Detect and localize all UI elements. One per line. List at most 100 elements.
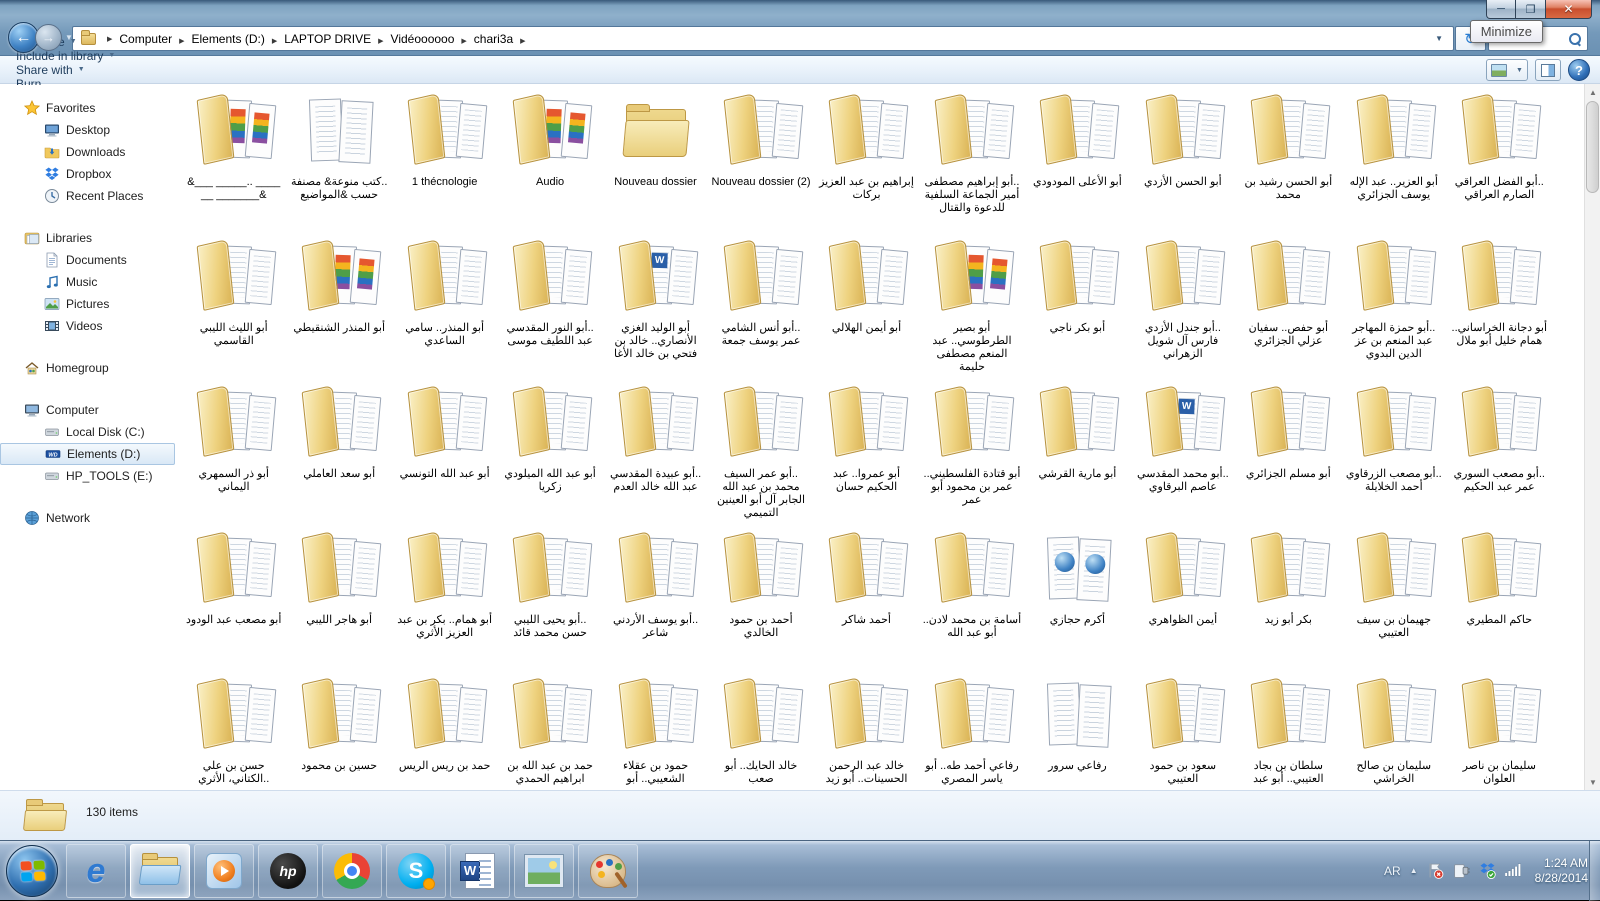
folder-item[interactable]: أبو المنذر.. سامي الساعدي — [392, 232, 497, 378]
folder-item[interactable]: أبو مسلم الجزائري — [1236, 378, 1341, 524]
breadcrumb-separator[interactable]: ▶ — [272, 38, 277, 45]
folder-item[interactable]: ..أبو عبيدة المقدسي عبد الله خالد العدم — [603, 378, 708, 524]
change-view-button[interactable]: ▼ — [1486, 59, 1528, 81]
forward-button[interactable]: → — [35, 24, 62, 51]
sidebar-item-videos[interactable]: Videos — [0, 315, 181, 337]
folder-item[interactable]: ..أبو أنس الشامي عمر يوسف جمعة — [708, 232, 813, 378]
taskbar-app-chrome[interactable] — [322, 844, 382, 898]
close-button[interactable]: ✕ — [1546, 0, 1592, 19]
taskbar-app-skype[interactable]: S — [386, 844, 446, 898]
breadcrumb-item[interactable]: LAPTOP DRIVE — [284, 32, 371, 46]
folder-item[interactable]: أبو بكر ناجي — [1025, 232, 1130, 378]
folder-item[interactable]: ..أبو عمر السيف محمد بن عبد الله الجابر … — [708, 378, 813, 524]
scrollbar-thumb[interactable] — [1586, 101, 1599, 193]
network-signal-icon[interactable] — [1505, 862, 1522, 879]
address-bar[interactable]: ▶ Computer▶Elements (D:)▶LAPTOP DRIVE▶Vi… — [72, 26, 1454, 51]
search-icon[interactable] — [1568, 32, 1581, 45]
clock[interactable]: 1:24 AM 8/28/2014 — [1535, 856, 1588, 886]
folder-item[interactable]: حاكم المطيري — [1447, 524, 1552, 670]
folder-item[interactable]: ..أبو النور المقدسي عبد اللطيف موسى — [497, 232, 602, 378]
restore-button[interactable]: ❐ — [1516, 0, 1546, 19]
taskbar-app-photos[interactable] — [514, 844, 574, 898]
folder-item[interactable]: أبو عبد الله التونسي — [392, 378, 497, 524]
folder-item[interactable]: إبراهيم بن عبد العزيز بركات — [814, 86, 919, 232]
folder-item[interactable]: أبو مصعب عبد الودود — [181, 524, 286, 670]
folder-item[interactable]: أبو بصير الطرطوسي.. عبد المنعم مصطفى حلي… — [919, 232, 1024, 378]
folder-item[interactable]: ..أبو الفضل العراقي الصارم العراقي — [1447, 86, 1552, 232]
breadcrumb-separator[interactable]: ▶ — [520, 38, 525, 45]
taskbar-app-hp[interactable]: hp — [258, 844, 318, 898]
folder-item[interactable]: ..أبو إبراهيم مصطفى أمير الجماعة السلفية… — [919, 86, 1024, 232]
folder-item[interactable]: &___ _____.. ____ __ _______& — [181, 86, 286, 232]
breadcrumb-item[interactable]: Elements (D:) — [191, 32, 264, 46]
breadcrumb-separator[interactable]: ▶ — [378, 38, 383, 45]
preview-pane-button[interactable] — [1535, 59, 1561, 81]
help-button[interactable]: ? — [1568, 59, 1590, 81]
folder-item[interactable]: أبو الحسن رشيد بن محمد — [1236, 86, 1341, 232]
sidebar-item-documents[interactable]: Documents — [0, 249, 181, 271]
folder-item[interactable]: أبو أيمن الهلالي — [814, 232, 919, 378]
folder-item[interactable]: أبو حفص.. سفيان عزلي الجزائري — [1236, 232, 1341, 378]
sidebar-item-recent-places[interactable]: Recent Places — [0, 185, 181, 207]
folder-item[interactable]: أبو همام.. بكر بن عبد العزيز الأثري — [392, 524, 497, 670]
folder-item[interactable]: Audio — [497, 86, 602, 232]
folder-item[interactable]: ..أبو مصعب الزرقاوي أحمد الخلايلة — [1341, 378, 1446, 524]
folder-item[interactable]: أبو الوليد الغزي الأنصاري.. خالد بن فتحي… — [603, 232, 708, 378]
sidebar-group-favorites[interactable]: Favorites — [0, 97, 181, 119]
folder-item[interactable]: ..أبو محمد المقدسي عاصم البرقاوي — [1130, 378, 1235, 524]
folder-item[interactable]: رفاعي أحمد طه.. أبو ياسر المصري — [919, 670, 1024, 790]
folder-item[interactable]: ..أبو يوسف الأردني شاعر — [603, 524, 708, 670]
folder-item[interactable]: 1 thécnologie — [392, 86, 497, 232]
folder-item[interactable]: أبو الحسن الأزدي — [1130, 86, 1235, 232]
folder-item[interactable]: ..أبو مصعب السوري عمر عبد الحكيم — [1447, 378, 1552, 524]
folder-item[interactable]: سلطان بن بجاد العتيبي.. أبو عبد — [1236, 670, 1341, 790]
breadcrumb-item[interactable]: chari3a — [474, 32, 513, 46]
sidebar-item-music[interactable]: Music — [0, 271, 181, 293]
folder-item[interactable]: ..أبو جندل الأزدي فارس آل شويل الزهراني — [1130, 232, 1235, 378]
folder-item[interactable]: أبو قتادة الفلسطيني.. عمر بن محمود أبو ع… — [919, 378, 1024, 524]
folder-item[interactable]: أبو المنذر الشنقيطي — [286, 232, 391, 378]
sidebar-group-libraries[interactable]: Libraries — [0, 227, 181, 249]
minimize-button[interactable]: ─ — [1486, 0, 1516, 19]
dropbox-tray-icon[interactable] — [1479, 862, 1496, 879]
folder-item[interactable]: أبو عبد الله الميلودي زكريا — [497, 378, 602, 524]
hidden-icons-chevron-icon[interactable]: ▲ — [1410, 866, 1418, 875]
folder-item[interactable]: حمود بن عقلاء الشعيبي.. أبو — [603, 670, 708, 790]
folder-item[interactable]: أبو عمروا.. عبد الحكيم حسان — [814, 378, 919, 524]
folder-item[interactable]: حسن بن علي ..الكتاني، الأثري — [181, 670, 286, 790]
sidebar-item-desktop[interactable]: Desktop — [0, 119, 181, 141]
folder-item[interactable]: أيمن الظواهري — [1130, 524, 1235, 670]
vertical-scrollbar[interactable]: ▲ ▼ — [1584, 84, 1600, 790]
folder-item[interactable]: ..أبو يحيى الليبي حسن محمد قائد — [497, 524, 602, 670]
folder-item[interactable]: أبو الأعلى المودودي — [1025, 86, 1130, 232]
taskbar-app-explorer[interactable] — [130, 844, 190, 898]
folder-item[interactable]: أبو دجانة الخراساني.. همام خليل أبو ملال — [1447, 232, 1552, 378]
action-center-icon[interactable] — [1427, 862, 1444, 879]
folder-item[interactable]: أسامة بن محمد لادن.. أبو عبد الله — [919, 524, 1024, 670]
folder-item[interactable]: خالد الحايك.. أبو صعب — [708, 670, 813, 790]
folder-item[interactable]: حمد بن ريس الريس — [392, 670, 497, 790]
folder-item[interactable]: Nouveau dossier (2) — [708, 86, 813, 232]
sidebar-item-hp-tools-e-[interactable]: HP_TOOLS (E:) — [0, 465, 181, 487]
taskbar-app-ie[interactable]: e — [66, 844, 126, 898]
folder-item[interactable]: حمد بن عبد الله بن ابراهيم الحمدي — [497, 670, 602, 790]
folder-item[interactable]: ..أبو حمزة المهاجر عبد المنعم بن عز الدي… — [1341, 232, 1446, 378]
folder-item[interactable]: سليمان بن صالح الخراشي — [1341, 670, 1446, 790]
folder-item[interactable]: أحمد بن حمود الخالدي — [708, 524, 813, 670]
taskbar-app-wmp[interactable] — [194, 844, 254, 898]
sidebar-item-pictures[interactable]: Pictures — [0, 293, 181, 315]
folder-item[interactable]: رفاعي سرور — [1025, 670, 1130, 790]
folder-item[interactable]: سعود بن حمود العتيبي — [1130, 670, 1235, 790]
sidebar-group-homegroup[interactable]: Homegroup — [0, 357, 181, 379]
breadcrumb-separator[interactable]: ▶ — [179, 38, 184, 45]
folder-item[interactable]: أبو سعد العاملي — [286, 378, 391, 524]
sidebar-item-local-disk-c-[interactable]: Local Disk (C:) — [0, 421, 181, 443]
language-indicator[interactable]: AR — [1384, 864, 1401, 878]
folder-item[interactable]: أحمد شاكر — [814, 524, 919, 670]
folder-item[interactable]: أبو العزير.. عبد الإله يوسف الجزائري — [1341, 86, 1446, 232]
history-chevron-icon[interactable]: ▼ — [65, 33, 73, 42]
folder-item[interactable]: حسين بن محمود — [286, 670, 391, 790]
scroll-up-icon[interactable]: ▲ — [1585, 84, 1600, 100]
folder-item[interactable]: Nouveau dossier — [603, 86, 708, 232]
sidebar-item-dropbox[interactable]: Dropbox — [0, 163, 181, 185]
